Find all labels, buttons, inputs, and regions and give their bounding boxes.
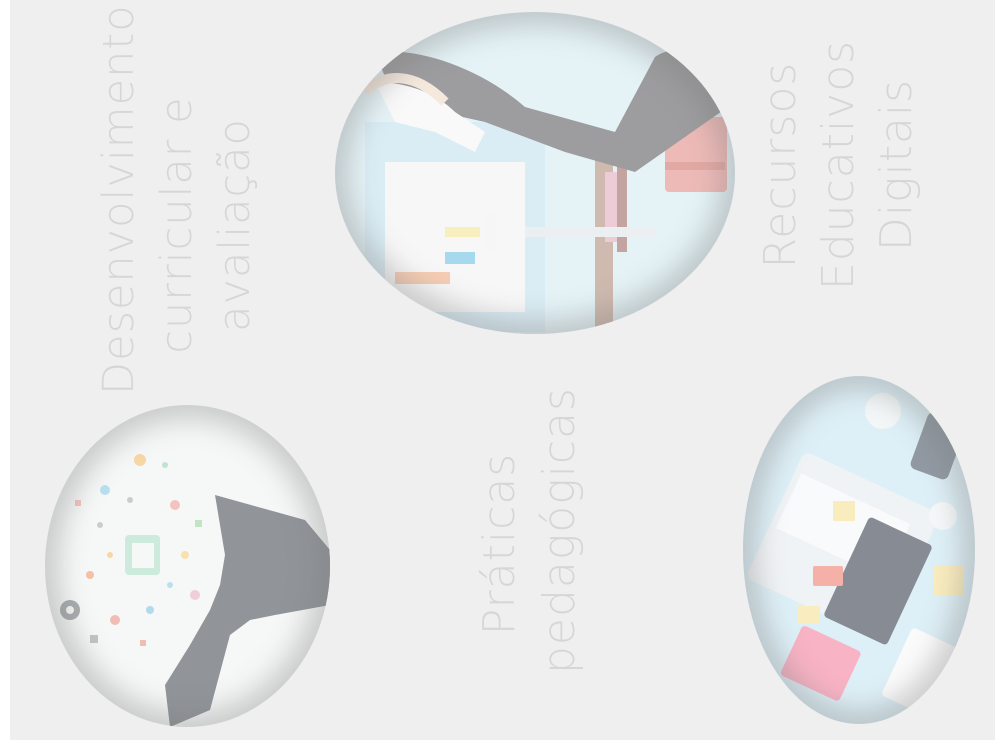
label-desenvolvimento[interactable]: Desenvolvimento curricular e avaliação — [90, 4, 260, 395]
label-praticas[interactable]: Práticas pedagógicas — [470, 387, 590, 674]
label-recursos[interactable]: Recursos Educativos Digitais — [752, 35, 928, 295]
label-recursos-line-3: Digitais — [871, 78, 922, 252]
label-recursos-line-1: Recursos — [755, 61, 806, 269]
laptop-image-overlay — [743, 376, 975, 724]
ideas-image-overlay — [45, 405, 330, 727]
label-recursos-line-2: Educativos — [813, 39, 864, 291]
laptop-image-circle[interactable] — [743, 376, 975, 724]
office-image-circle[interactable] — [335, 12, 735, 334]
label-desenvolvimento-line-1: Desenvolvimento — [94, 4, 144, 395]
label-desenvolvimento-line-3: avaliação — [210, 118, 260, 332]
office-image-overlay — [335, 12, 735, 334]
label-praticas-line-2: pedagógicas — [534, 387, 585, 674]
label-praticas-line-1: Práticas — [474, 452, 525, 636]
content-panel: Desenvolvimento curricular e avaliação R… — [10, 0, 995, 740]
ideas-image-circle[interactable] — [45, 405, 330, 727]
label-desenvolvimento-line-2: curricular e — [152, 96, 202, 354]
